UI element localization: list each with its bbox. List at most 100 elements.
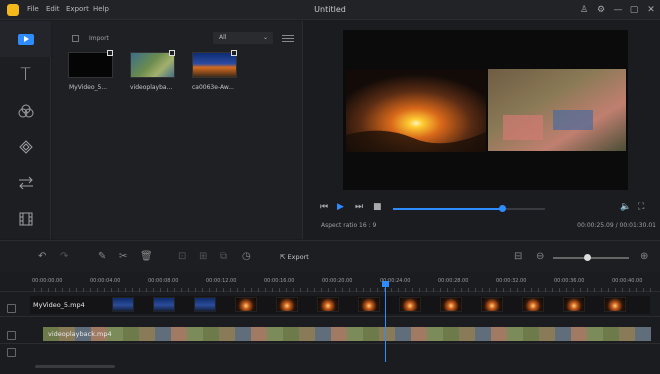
fullscreen-icon[interactable]: ⛶ xyxy=(638,202,644,212)
clip-checkbox[interactable] xyxy=(169,50,175,56)
duration-icon[interactable]: ◷ xyxy=(242,251,251,262)
track-thumbnail xyxy=(619,327,635,341)
ruler-tick: 00:00:20.00 xyxy=(322,278,353,284)
ruler-minor-tick xyxy=(363,288,364,292)
track-lock-icon[interactable] xyxy=(7,331,16,340)
minimize-icon[interactable]: — xyxy=(611,3,625,17)
text-icon: T xyxy=(20,65,31,85)
track-thumbnail xyxy=(283,327,299,341)
fit-icon[interactable]: ⊟ xyxy=(514,251,522,262)
ruler-minor-tick xyxy=(41,288,42,292)
track-thumbnail xyxy=(171,327,187,341)
sidebar-item-transitions[interactable] xyxy=(0,165,51,201)
track-clip-label: videoplayback.mp4 xyxy=(48,330,112,338)
media-clip-3[interactable] xyxy=(192,50,237,78)
media-clip-1[interactable] xyxy=(68,50,113,78)
track-thumbnail xyxy=(363,327,379,341)
redo-icon[interactable]: ↷ xyxy=(60,251,68,262)
ruler-minor-tick xyxy=(237,288,238,292)
track-thumbnail xyxy=(379,327,395,341)
track-thumbnail xyxy=(399,297,421,312)
cut-icon[interactable]: ✂ xyxy=(119,251,127,262)
track-thumbnail xyxy=(571,327,587,341)
undo-icon[interactable]: ↶ xyxy=(38,251,46,262)
ruler-tick: 00:00:00.00 xyxy=(32,278,63,284)
ruler-minor-tick xyxy=(188,288,189,292)
aspect-ratio[interactable]: Aspect ratio 16 : 9 xyxy=(321,222,376,229)
split-icon[interactable]: ⧉ xyxy=(220,251,227,262)
track-thumbnail xyxy=(411,327,427,341)
list-view-icon[interactable] xyxy=(282,33,294,43)
track-thumbnail xyxy=(331,327,347,341)
close-icon[interactable]: ✕ xyxy=(644,3,658,17)
video-track-1[interactable]: MyVideo_5.mp4 xyxy=(30,296,650,314)
settings-icon[interactable]: ⚙ xyxy=(594,3,608,17)
track-lock-icon[interactable] xyxy=(7,348,16,357)
ruler-minor-tick xyxy=(622,288,623,292)
transition-icon xyxy=(18,176,33,190)
sidebar-item-elements[interactable] xyxy=(0,201,51,237)
clip-checkbox[interactable] xyxy=(231,50,237,56)
track-thumbnail xyxy=(194,297,216,312)
maximize-icon[interactable]: ▢ xyxy=(627,3,641,17)
ruler-minor-tick xyxy=(181,288,182,292)
track-lock-icon[interactable] xyxy=(7,304,16,313)
playhead[interactable] xyxy=(385,282,386,362)
user-icon[interactable]: ♙ xyxy=(577,3,591,17)
ruler-minor-tick xyxy=(398,288,399,292)
ruler-tick: 00:00:28.00 xyxy=(438,278,469,284)
progress-handle[interactable] xyxy=(499,205,507,212)
crop-icon[interactable]: ⊡ xyxy=(178,251,186,262)
track-thumbnail xyxy=(523,327,539,341)
zoom-handle[interactable] xyxy=(584,254,592,261)
media-filter-select[interactable]: All ⌄ xyxy=(213,32,273,44)
ruler-minor-tick xyxy=(419,288,420,292)
horizontal-scrollbar[interactable] xyxy=(35,365,115,368)
stop-icon[interactable]: ■ xyxy=(373,202,382,212)
ruler-minor-tick xyxy=(349,288,350,292)
clip-checkbox[interactable] xyxy=(107,50,113,56)
left-sidebar: T xyxy=(0,21,51,239)
track-clip-label: MyVideo_5.mp4 xyxy=(33,301,85,309)
ruler-minor-tick xyxy=(391,288,392,292)
ruler-minor-tick xyxy=(531,288,532,292)
media-clip-2[interactable] xyxy=(130,50,175,78)
sidebar-item-filters[interactable] xyxy=(0,93,51,129)
sidebar-item-media[interactable] xyxy=(0,21,51,57)
timeline-toolbar: ↶ ↷ ✎ ✂ 🗑 ⊡ ⊞ ⧉ ◷ ⇱ Export ⊟ ⊖ ⊕ xyxy=(0,240,660,272)
ruler-tick: 00:00:36.00 xyxy=(554,278,585,284)
prev-frame-icon[interactable]: ⏮ xyxy=(320,202,328,212)
track-thumbnail xyxy=(491,327,507,341)
ruler-minor-tick xyxy=(377,288,378,292)
next-frame-icon[interactable]: ⏭ xyxy=(355,202,363,212)
zoom-in-icon[interactable]: ⊕ xyxy=(640,251,648,262)
checkbox-icon[interactable] xyxy=(72,35,79,42)
volume-icon[interactable]: 🔈 xyxy=(620,202,631,212)
ruler-minor-tick xyxy=(412,288,413,292)
ruler-minor-tick xyxy=(97,288,98,292)
track-thumbnail xyxy=(395,327,411,341)
zoom-slider[interactable] xyxy=(553,254,629,261)
play-button[interactable]: ▶ xyxy=(337,202,344,212)
track-thumbnail xyxy=(539,327,555,341)
playback-progress[interactable] xyxy=(393,205,545,212)
edit-icon[interactable]: ✎ xyxy=(98,251,106,262)
filters-icon xyxy=(18,104,33,118)
track-divider xyxy=(0,316,660,317)
snapshot-icon[interactable]: ⊞ xyxy=(199,251,207,262)
track-thumbnail xyxy=(507,327,523,341)
sidebar-item-overlays[interactable] xyxy=(0,129,51,165)
ruler-tick: 00:00:12.00 xyxy=(206,278,237,284)
export-button[interactable]: ⇱ Export xyxy=(280,253,309,261)
track-thumbnail xyxy=(427,327,443,341)
ruler-tick: 00:00:32.00 xyxy=(496,278,527,284)
video-track-2[interactable]: videoplayback.mp4 xyxy=(43,327,651,341)
track-thumbnail xyxy=(153,297,175,312)
sidebar-item-text[interactable]: T xyxy=(0,57,51,93)
timeline-ruler[interactable]: 00:00:00.00 00:00:04.00 00:00:08.00 00:00:1… xyxy=(0,272,660,292)
delete-icon[interactable]: 🗑 xyxy=(140,251,153,262)
preview-screen[interactable] xyxy=(343,30,628,190)
ruler-minor-tick xyxy=(601,288,602,292)
zoom-out-icon[interactable]: ⊖ xyxy=(536,251,544,262)
import-button[interactable]: Import xyxy=(72,35,109,42)
